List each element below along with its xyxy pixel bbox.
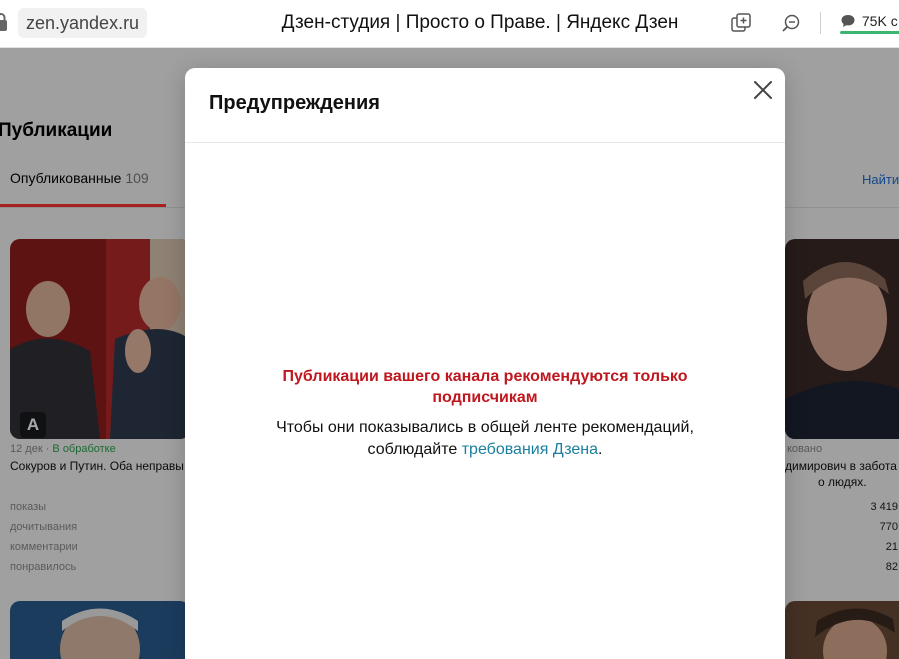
modal-title: Предупреждения: [209, 92, 380, 114]
comment-icon: [840, 13, 862, 29]
lock-icon: [0, 12, 8, 32]
warning-title: Публикации вашего канала рекомендуются т…: [282, 368, 688, 406]
close-button[interactable]: [749, 76, 777, 104]
zoom-out-icon[interactable]: [780, 12, 802, 34]
tab-title: Дзен-студия | Просто о Праве. | Яндекс Д…: [281, 12, 679, 33]
modal-header: Предупреждения: [185, 68, 785, 143]
warning-body-prefix: соблюдайте: [367, 441, 462, 458]
toolbar-separator: [820, 12, 821, 34]
warning-body-suffix: .: [597, 441, 603, 458]
close-icon: [754, 81, 772, 99]
browser-topbar: zen.yandex.ru Дзен-студия | Просто о Пра…: [0, 0, 899, 48]
comments-counter[interactable]: 75K с: [840, 9, 898, 33]
warning-body-line1: Чтобы они показывались в общей ленте рек…: [276, 419, 694, 436]
comments-indicator: [840, 31, 899, 34]
add-tab-icon[interactable]: [730, 12, 752, 34]
warnings-modal: Предупреждения Публикации вашего канала …: [185, 68, 785, 659]
comments-count: 75K с: [861, 13, 898, 29]
warning-body-line2: соблюдайте требования Дзена.: [225, 439, 745, 461]
zen-requirements-link[interactable]: требования Дзена: [462, 441, 598, 458]
warning-body: Чтобы они показывались в общей ленте рек…: [225, 417, 745, 461]
address-bar[interactable]: zen.yandex.ru: [18, 8, 148, 38]
